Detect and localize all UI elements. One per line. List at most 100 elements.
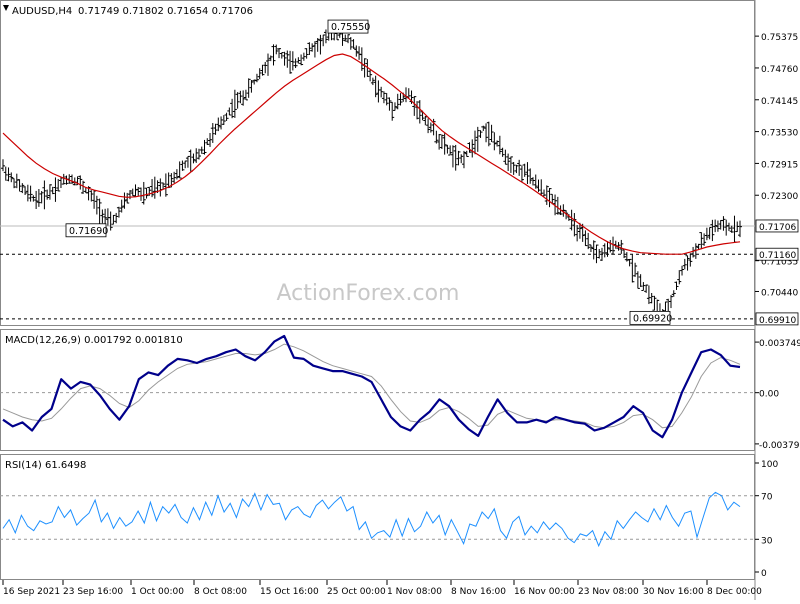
ohlc-bar <box>680 265 685 276</box>
ohlc-bar <box>177 161 182 179</box>
time-axis: 16 Sep 2021 23 Sep 16:00 1 Oct 00:00 8 Oct … <box>2 580 762 597</box>
ohlc-bar <box>583 230 588 247</box>
ohlc-bar <box>89 190 94 202</box>
ohlc-bar <box>227 107 232 116</box>
ohlc-bar <box>299 54 304 66</box>
ohlc-bar <box>265 53 270 76</box>
ohlc-bar <box>362 58 367 78</box>
ohlc-bar <box>67 174 72 184</box>
triangle-down-icon <box>3 5 9 11</box>
ohlc-bar <box>285 50 290 68</box>
ohlc-bar <box>34 190 39 209</box>
ohlc-bar <box>426 118 431 134</box>
ohlc-bar <box>219 116 224 130</box>
ohlc-bar <box>290 51 295 71</box>
chart-window: ActionForex.com AUDUSD,H4 0.71749 0.7180… <box>0 0 800 600</box>
ohlc-bar <box>439 134 444 150</box>
ohlc-bar <box>208 133 213 147</box>
ohlc-bar <box>387 97 392 111</box>
ohlc-bar <box>318 34 323 55</box>
ohlc-bar <box>263 61 268 74</box>
ohlc-bar <box>586 232 591 250</box>
ohlc-bar <box>260 64 265 76</box>
ohlc-bar <box>127 190 132 200</box>
ohlc-bar <box>257 68 262 80</box>
ohlc-bar <box>489 124 494 143</box>
chart-svg: ActionForex.com AUDUSD,H4 0.71749 0.7180… <box>0 0 800 600</box>
time-tick-label: 8 Nov 16:00 <box>451 587 506 597</box>
rsi-layer <box>0 491 755 548</box>
ohlc-bar <box>688 253 693 267</box>
ohlc-bar <box>368 69 373 82</box>
ohlc-bar <box>183 160 188 169</box>
ohlc-bar <box>635 271 640 289</box>
ohlc-bar <box>97 198 102 224</box>
ohlc-bar <box>699 232 704 250</box>
rsi-title: RSI(14) 61.6498 <box>5 460 86 471</box>
ohlc-bar <box>373 75 378 98</box>
ohlc-bar <box>354 45 359 57</box>
ohlc-bar <box>668 295 673 309</box>
ohlc-bar <box>384 92 389 106</box>
macd-tick-label: 0.00 <box>759 390 779 400</box>
ohlc-bar <box>514 164 519 174</box>
ohlc-bar <box>31 195 36 202</box>
ohlc-bar <box>150 179 155 198</box>
ohlc-bar <box>1 159 5 172</box>
ohlc-bar <box>453 144 458 171</box>
ohlc-bar <box>359 47 364 71</box>
price-tick-label: 0.74760 <box>761 65 798 75</box>
ohlc-bar <box>108 211 113 231</box>
ohlc-bar <box>539 179 544 196</box>
ohlc-bar <box>412 96 417 116</box>
ohlc-bar <box>301 52 306 61</box>
ohlc-bar <box>348 37 353 50</box>
price-tick-label: 0.75375 <box>761 33 798 43</box>
ohlc-bar <box>202 139 207 155</box>
ohlc-bar <box>36 189 41 207</box>
macd-layer <box>0 334 755 439</box>
ohlc-bar <box>671 290 676 297</box>
ohlc-bar <box>390 101 395 121</box>
time-tick-label: 1 Oct 00:00 <box>131 587 184 597</box>
ohlc-bar <box>710 219 715 242</box>
ohlc-bar <box>473 130 478 155</box>
ohlc-bar <box>652 295 657 311</box>
ohlc-bar <box>141 181 146 205</box>
ohlc-bar <box>39 191 44 204</box>
ohlc-bar <box>649 293 654 304</box>
ohlc-bar <box>707 227 712 240</box>
ohlc-bar <box>94 195 99 215</box>
ohlc-bar <box>682 258 687 270</box>
watermark: ActionForex.com <box>277 281 460 306</box>
ohlc-label: 0.71749 0.71802 0.71654 0.71706 <box>78 6 253 17</box>
ohlc-bar <box>293 58 298 69</box>
ohlc-bar <box>205 138 210 146</box>
ohlc-bar <box>492 132 497 151</box>
ohlc-bar <box>224 112 229 121</box>
ohlc-bar <box>506 153 511 171</box>
ohlc-bar <box>423 115 428 126</box>
time-tick-label: 16 Nov 00:00 <box>514 587 575 597</box>
ohlc-bar <box>133 184 138 197</box>
ohlc-bar <box>3 166 8 181</box>
time-tick-label: 8 Dec 00:00 <box>707 587 762 597</box>
price-tick-label: 0.70440 <box>761 288 798 298</box>
price-tick-label: 0.73530 <box>761 129 798 139</box>
ohlc-bar <box>685 255 690 271</box>
ohlc-bar <box>180 160 185 171</box>
ohlc-bar <box>78 175 83 190</box>
ohlc-bar <box>70 174 75 184</box>
ohlc-bar <box>139 187 144 201</box>
ohlc-bar <box>450 145 455 168</box>
ohlc-bar <box>235 92 240 109</box>
ohlc-bar <box>163 173 168 197</box>
ohlc-bar <box>312 41 317 58</box>
macd-tick-label: 0.003749 <box>759 339 800 349</box>
ohlc-bar <box>442 133 447 155</box>
ohlc-bar <box>500 147 505 157</box>
ohlc-bar <box>445 144 450 154</box>
time-tick-label: 30 Nov 16:00 <box>643 587 704 597</box>
annotation-label: 0.71690 <box>69 226 108 237</box>
ohlc-bar <box>103 208 108 225</box>
